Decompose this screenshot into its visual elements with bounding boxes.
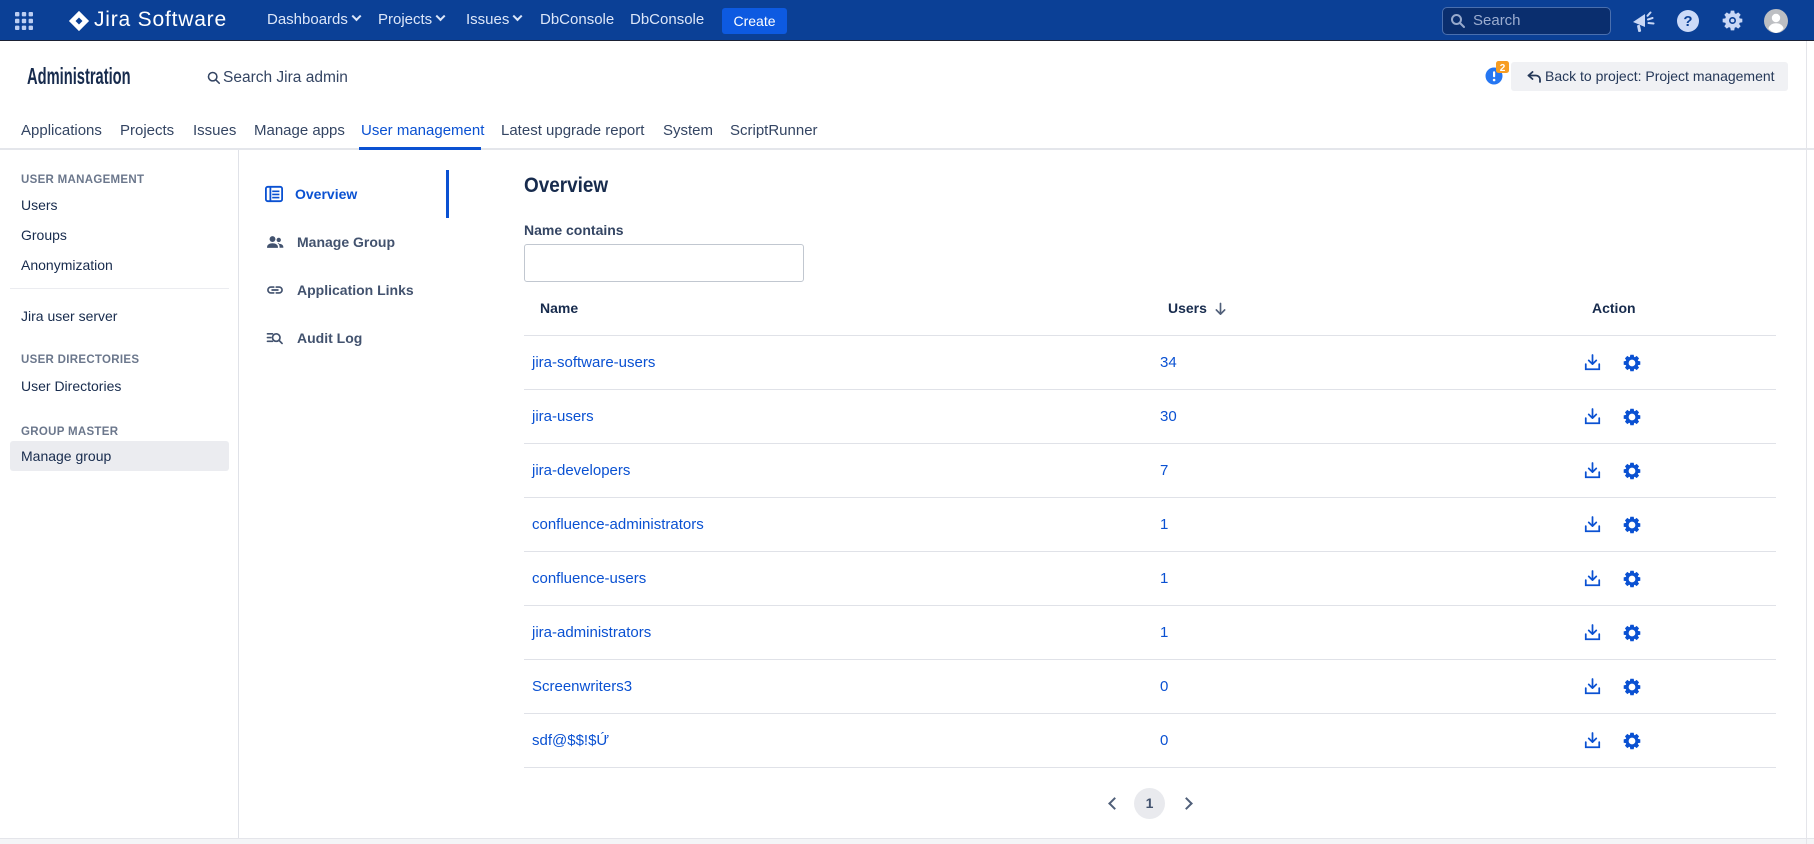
- svg-text:2: 2: [1500, 63, 1506, 74]
